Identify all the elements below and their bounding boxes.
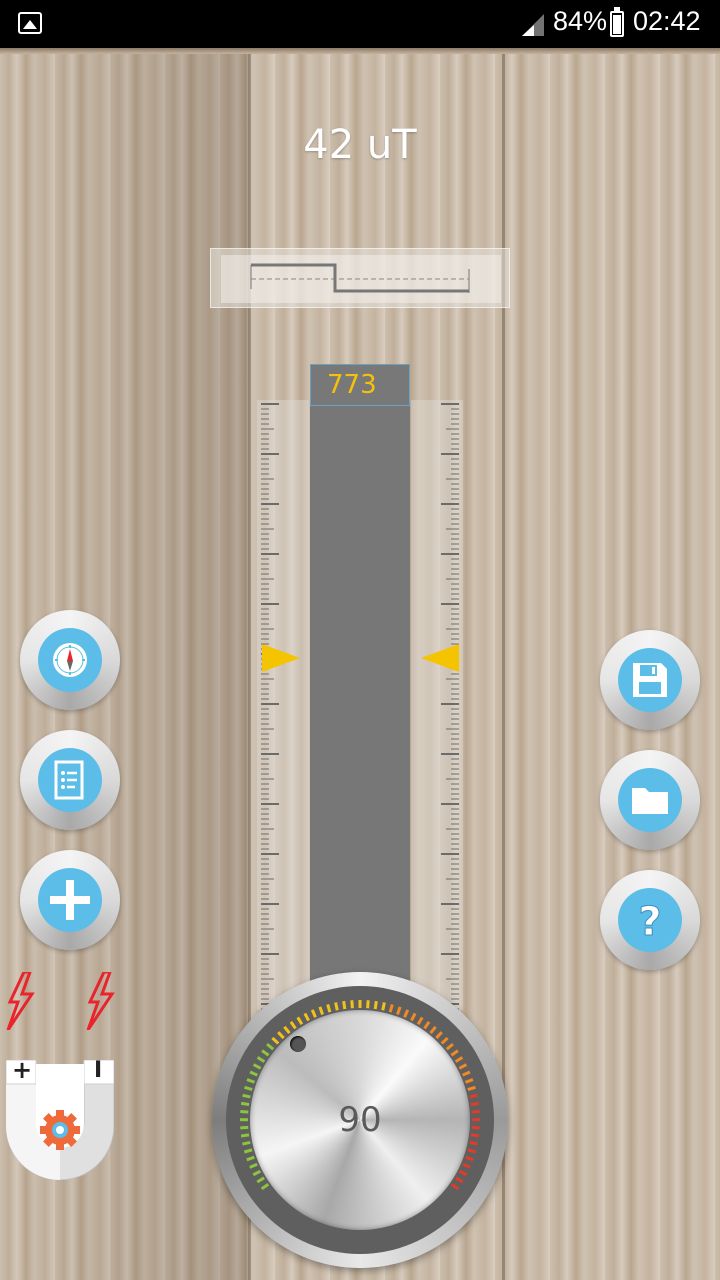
meter-bar-value: 773 — [310, 364, 410, 406]
svg-text:?: ? — [638, 899, 661, 945]
dial-indicator-dot — [290, 1036, 306, 1052]
add-button[interactable] — [20, 850, 120, 950]
magnet-settings-button[interactable]: + I — [5, 1056, 115, 1181]
help-button[interactable]: ? — [600, 870, 700, 970]
open-folder-button[interactable] — [600, 750, 700, 850]
left-ruler — [257, 400, 309, 1010]
magnet-plus-label: + — [12, 1056, 33, 1084]
document-list-icon — [54, 760, 84, 800]
field-strength-reading: 42 uT — [303, 122, 417, 168]
lightning-bolt-icon-left — [6, 972, 35, 1030]
battery-percent: 84% — [553, 6, 608, 36]
meter-bar — [310, 404, 410, 1004]
signal-icon — [522, 14, 544, 36]
question-mark-icon: ? — [638, 899, 662, 946]
dial-value: 90 — [338, 1100, 382, 1140]
right-marker-arrow[interactable] — [421, 644, 459, 672]
lightning-bolt-icon-right — [86, 972, 115, 1030]
history-graph — [210, 248, 510, 308]
history-graph-line — [250, 263, 470, 293]
top-edge — [0, 48, 720, 54]
folder-icon — [632, 788, 668, 814]
magnet-minus-label: I — [94, 1058, 103, 1083]
status-bar: 84% 02:42 — [0, 0, 720, 48]
compass-icon — [53, 643, 87, 677]
save-button[interactable] — [600, 630, 700, 730]
compass-button[interactable] — [20, 610, 120, 710]
left-marker-arrow[interactable] — [262, 644, 300, 672]
plus-icon — [50, 880, 90, 920]
floppy-disk-icon — [633, 663, 667, 697]
sensitivity-dial[interactable]: 90 — [212, 972, 508, 1268]
gallery-icon — [18, 12, 42, 34]
clock: 02:42 — [633, 6, 701, 36]
battery-icon — [610, 7, 624, 37]
notes-button[interactable] — [20, 730, 120, 830]
gear-icon — [40, 1110, 80, 1150]
right-ruler — [411, 400, 463, 1010]
